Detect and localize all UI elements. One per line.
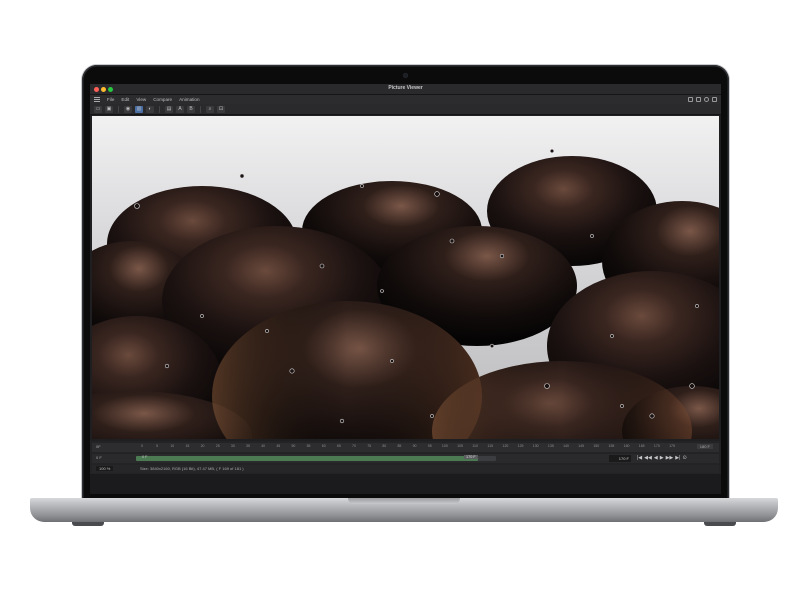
render-progress-fill [136,456,478,461]
crop-icon[interactable]: ⊡ [217,105,225,113]
ruler-tick-label: 40 [261,444,266,448]
status-bar: 100 % Size: 3840x2160, RGB (16 Bit), 47.… [92,465,719,473]
ruler-end-field[interactable]: 180 F [696,444,713,449]
rendered-image [92,148,719,439]
compare-a-button[interactable]: A [176,105,184,113]
title-bar: Picture Viewer [90,84,721,95]
open-folder-icon[interactable]: ▭ [94,105,102,113]
ruler-tick-label: 45 [276,444,281,448]
menu-animation[interactable]: Animation [179,97,199,102]
transport-controls: |◀ ◀◀ ◀ ▶ ▶▶ ▶| ⊙ [637,455,687,462]
menu-file[interactable]: File [107,97,114,102]
ruler-tick-label: 35 [246,444,250,448]
ruler-tick-label: 135 [547,444,554,448]
menu-view[interactable]: View [136,97,146,102]
window-controls [688,97,717,102]
play-icon[interactable]: ▶ [660,455,664,462]
ruler-tick-label: 85 [397,444,402,448]
settings-icon[interactable] [704,97,709,102]
laptop-foot [72,522,104,526]
timeline-panel: 0F 0 5 10 15 20 25 30 35 40 45 50 55 60 65 70 75 80 85 90 9… [90,441,721,494]
ruler-tick-label: 140 [563,444,569,448]
magnifier-icon[interactable]: ⌕ [206,105,214,113]
render-viewport[interactable] [92,116,719,439]
ruler-tick-label: 105 [457,444,463,448]
ruler-tick-label: 155 [608,444,615,448]
lid-notch [348,498,460,504]
ruler-tick-label: 110 [472,444,478,448]
ruler-tick-label: 5 [156,444,159,448]
range-start-field[interactable]: 0 F [96,455,102,460]
ruler-tick-label: 60 [321,444,326,448]
frame-ruler[interactable]: 0F 0 5 10 15 20 25 30 35 40 45 50 55 60 65 70 75 80 85 90 9… [92,443,719,452]
ruler-tick-label: 125 [517,444,524,448]
layout-icon[interactable] [688,97,693,102]
ruler-tick-label: 145 [578,444,585,448]
record-icon[interactable]: ⊙ [682,455,686,462]
screen: Picture Viewer File Edit View Compare An… [90,84,721,494]
pin-icon[interactable] [712,97,717,102]
laptop-foot [704,522,736,526]
ruler-tick-label: 75 [367,444,372,448]
ruler-tick-label: 100 [441,444,448,448]
current-frame-field[interactable]: 170 F [609,455,631,462]
range-end-mark[interactable]: 170 F [464,455,478,459]
go-end-icon[interactable]: ▶| [675,455,680,462]
save-icon[interactable]: ▣ [105,105,113,113]
ruler-tick-label: 55 [306,444,311,448]
ruler-tick-label: 120 [502,444,509,448]
progress-row: 0 F 0 F 170 F 170 F |◀ ◀◀ ◀ ▶ ▶▶ ▶| ⊙ [92,454,719,463]
menu-compare[interactable]: Compare [153,97,172,102]
ruler-tick-label: 115 [487,444,494,448]
ruler-tick-label: 25 [215,444,220,448]
step-back-icon[interactable]: ◀ [654,455,658,462]
ruler-track[interactable]: 0 5 10 15 20 25 30 35 40 45 50 55 60 65 70 75 80 85 90 95 10… [136,443,678,452]
toolbar-separator [159,105,160,113]
toolbar-separator [200,105,201,113]
image-info-text: Size: 3840x2160, RGB (16 Bit), 47.47 MB,… [140,466,244,471]
window-title: Picture Viewer [388,85,423,91]
toolbar: ▭ ▣ ◉ ▥ ◐ ▤ A B ⌕ ⊡ [90,104,721,115]
ruler-tick-label: 90 [412,444,417,448]
render-progress-bar[interactable]: 0 F 170 F [136,455,496,461]
channel-icon[interactable]: ◉ [124,105,132,113]
ruler-tick-label: 165 [638,444,645,448]
ruler-tick-label: 20 [200,444,205,448]
laptop-base [30,498,778,522]
ruler-tick-label: 65 [336,444,341,448]
ruler-tick-label: 150 [593,444,600,448]
ruler-tick-label: 15 [185,444,190,448]
ruler-tick-label: 160 [623,444,630,448]
ruler-tick-label: 80 [382,444,387,448]
screen-bottom [90,474,721,494]
compare-b-button[interactable]: B [187,105,195,113]
ruler-start-label: 0F [96,444,101,449]
toolbar-separator [118,105,119,113]
go-start-icon[interactable]: |◀ [637,455,642,462]
range-label: 0 F [142,455,148,459]
menu-bar: File Edit View Compare Animation [90,95,721,104]
camera [403,73,408,78]
ruler-tick-label: 95 [427,444,432,448]
laptop-lid: Picture Viewer File Edit View Compare An… [82,65,729,502]
fullscreen-icon[interactable] [696,97,701,102]
histogram-icon[interactable]: ▤ [165,105,173,113]
ruler-tick-label: 130 [532,444,539,448]
ruler-tick-label: 50 [291,444,296,448]
fast-forward-icon[interactable]: ▶▶ [666,455,674,462]
ruler-tick-label: 10 [170,444,175,448]
rewind-icon[interactable]: ◀◀ [644,455,652,462]
ruler-tick-label: 70 [352,444,356,448]
hamburger-icon[interactable] [94,97,100,102]
menu-edit[interactable]: Edit [121,97,129,102]
ruler-tick-label: 170 [653,444,660,448]
ruler-tick-label: 30 [230,444,235,448]
zoom-field[interactable]: 100 % [96,466,114,471]
compare-icon[interactable]: ▥ [135,105,143,113]
contrast-icon[interactable]: ◐ [146,105,154,113]
ruler-tick-label: 0 [141,444,143,448]
ruler-tick-label: 175 [669,444,675,448]
